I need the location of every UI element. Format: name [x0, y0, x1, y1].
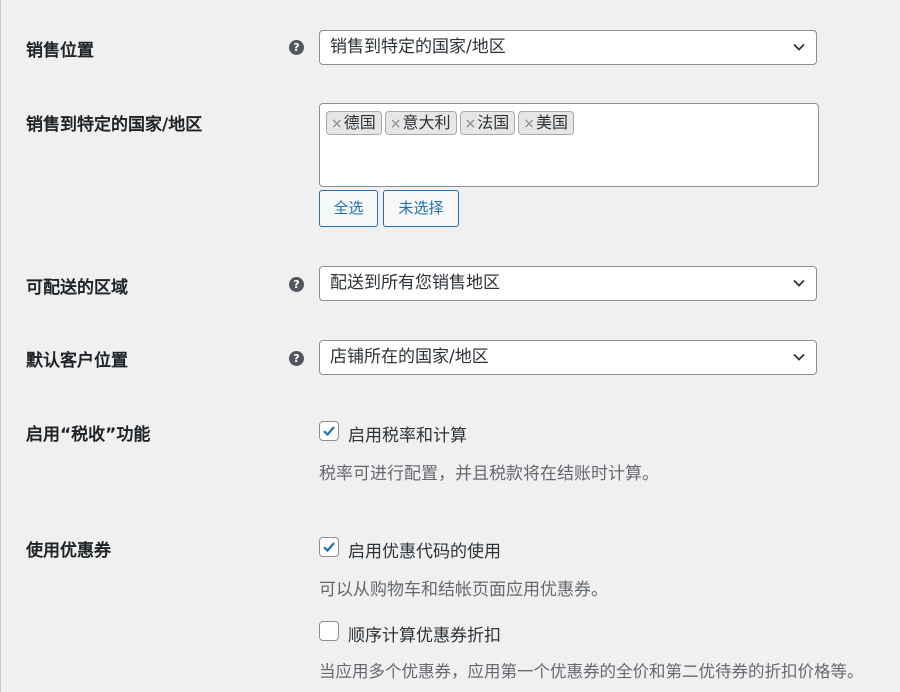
default-customer-location-value: 店铺所在的国家/地区 — [330, 347, 489, 367]
help-icon[interactable]: ? — [289, 277, 304, 292]
chevron-down-icon — [793, 353, 805, 361]
help-icon[interactable]: ? — [289, 40, 304, 55]
default-customer-location-label: 默认客户位置 — [26, 351, 128, 371]
ship-to-value: 配送到所有您销售地区 — [330, 273, 500, 293]
sequential-coupons-label[interactable]: 顺序计算优惠券折扣 — [348, 621, 501, 646]
chevron-down-icon — [793, 279, 805, 287]
select-none-button[interactable]: 未选择 — [383, 190, 459, 227]
enable-taxes-label[interactable]: 启用税率和计算 — [348, 421, 467, 446]
coupons-description: 可以从购物车和结帐页面应用优惠券。 — [319, 580, 608, 600]
checkmark-icon — [323, 426, 335, 437]
select-all-button[interactable]: 全选 — [319, 190, 378, 227]
remove-icon[interactable]: × — [465, 116, 477, 132]
country-chip-label: 美国 — [535, 113, 568, 132]
enable-coupons-checkbox[interactable] — [319, 537, 339, 557]
enable-taxes-checkbox[interactable] — [319, 421, 339, 441]
checkmark-icon — [323, 542, 335, 553]
country-chip-label: 德国 — [343, 113, 376, 132]
country-chip-france[interactable]: ×法国 — [459, 111, 516, 135]
ship-to-select[interactable]: 配送到所有您销售地区 — [319, 266, 817, 301]
sequential-coupons-description: 当应用多个优惠券，应用第一个优惠券的全价和第二优待券的折扣价格等。 — [319, 662, 864, 681]
sequential-coupons-checkbox[interactable] — [319, 621, 339, 641]
specific-countries-label: 销售到特定的国家/地区 — [26, 115, 203, 135]
specific-countries-multiselect[interactable]: ×德国 ×意大利 ×法国 ×美国 — [319, 103, 819, 187]
remove-icon[interactable]: × — [523, 116, 535, 132]
sell-location-label: 销售位置 — [26, 41, 94, 61]
ship-to-label: 可配送的区域 — [26, 278, 128, 298]
enable-coupons-label[interactable]: 启用优惠代码的使用 — [348, 537, 501, 562]
country-chip-label: 意大利 — [402, 113, 451, 132]
country-chip-germany[interactable]: ×德国 — [326, 111, 382, 135]
remove-icon[interactable]: × — [390, 116, 402, 132]
sell-location-select[interactable]: 销售到特定的国家/地区 — [319, 30, 817, 65]
sell-location-value: 销售到特定的国家/地区 — [330, 37, 506, 57]
country-chip-italy[interactable]: ×意大利 — [384, 111, 457, 135]
default-customer-location-select[interactable]: 店铺所在的国家/地区 — [319, 340, 817, 375]
help-icon[interactable]: ? — [289, 351, 304, 366]
taxes-description: 税率可进行配置，并且税款将在结账时计算。 — [319, 464, 659, 484]
coupons-label: 使用优惠券 — [26, 541, 111, 561]
remove-icon[interactable]: × — [331, 116, 343, 132]
country-chip-label: 法国 — [477, 113, 510, 132]
page-left-border — [0, 0, 1, 692]
chevron-down-icon — [793, 43, 805, 51]
taxes-label: 启用“税收”功能 — [26, 425, 151, 445]
country-chip-usa[interactable]: ×美国 — [518, 111, 574, 135]
